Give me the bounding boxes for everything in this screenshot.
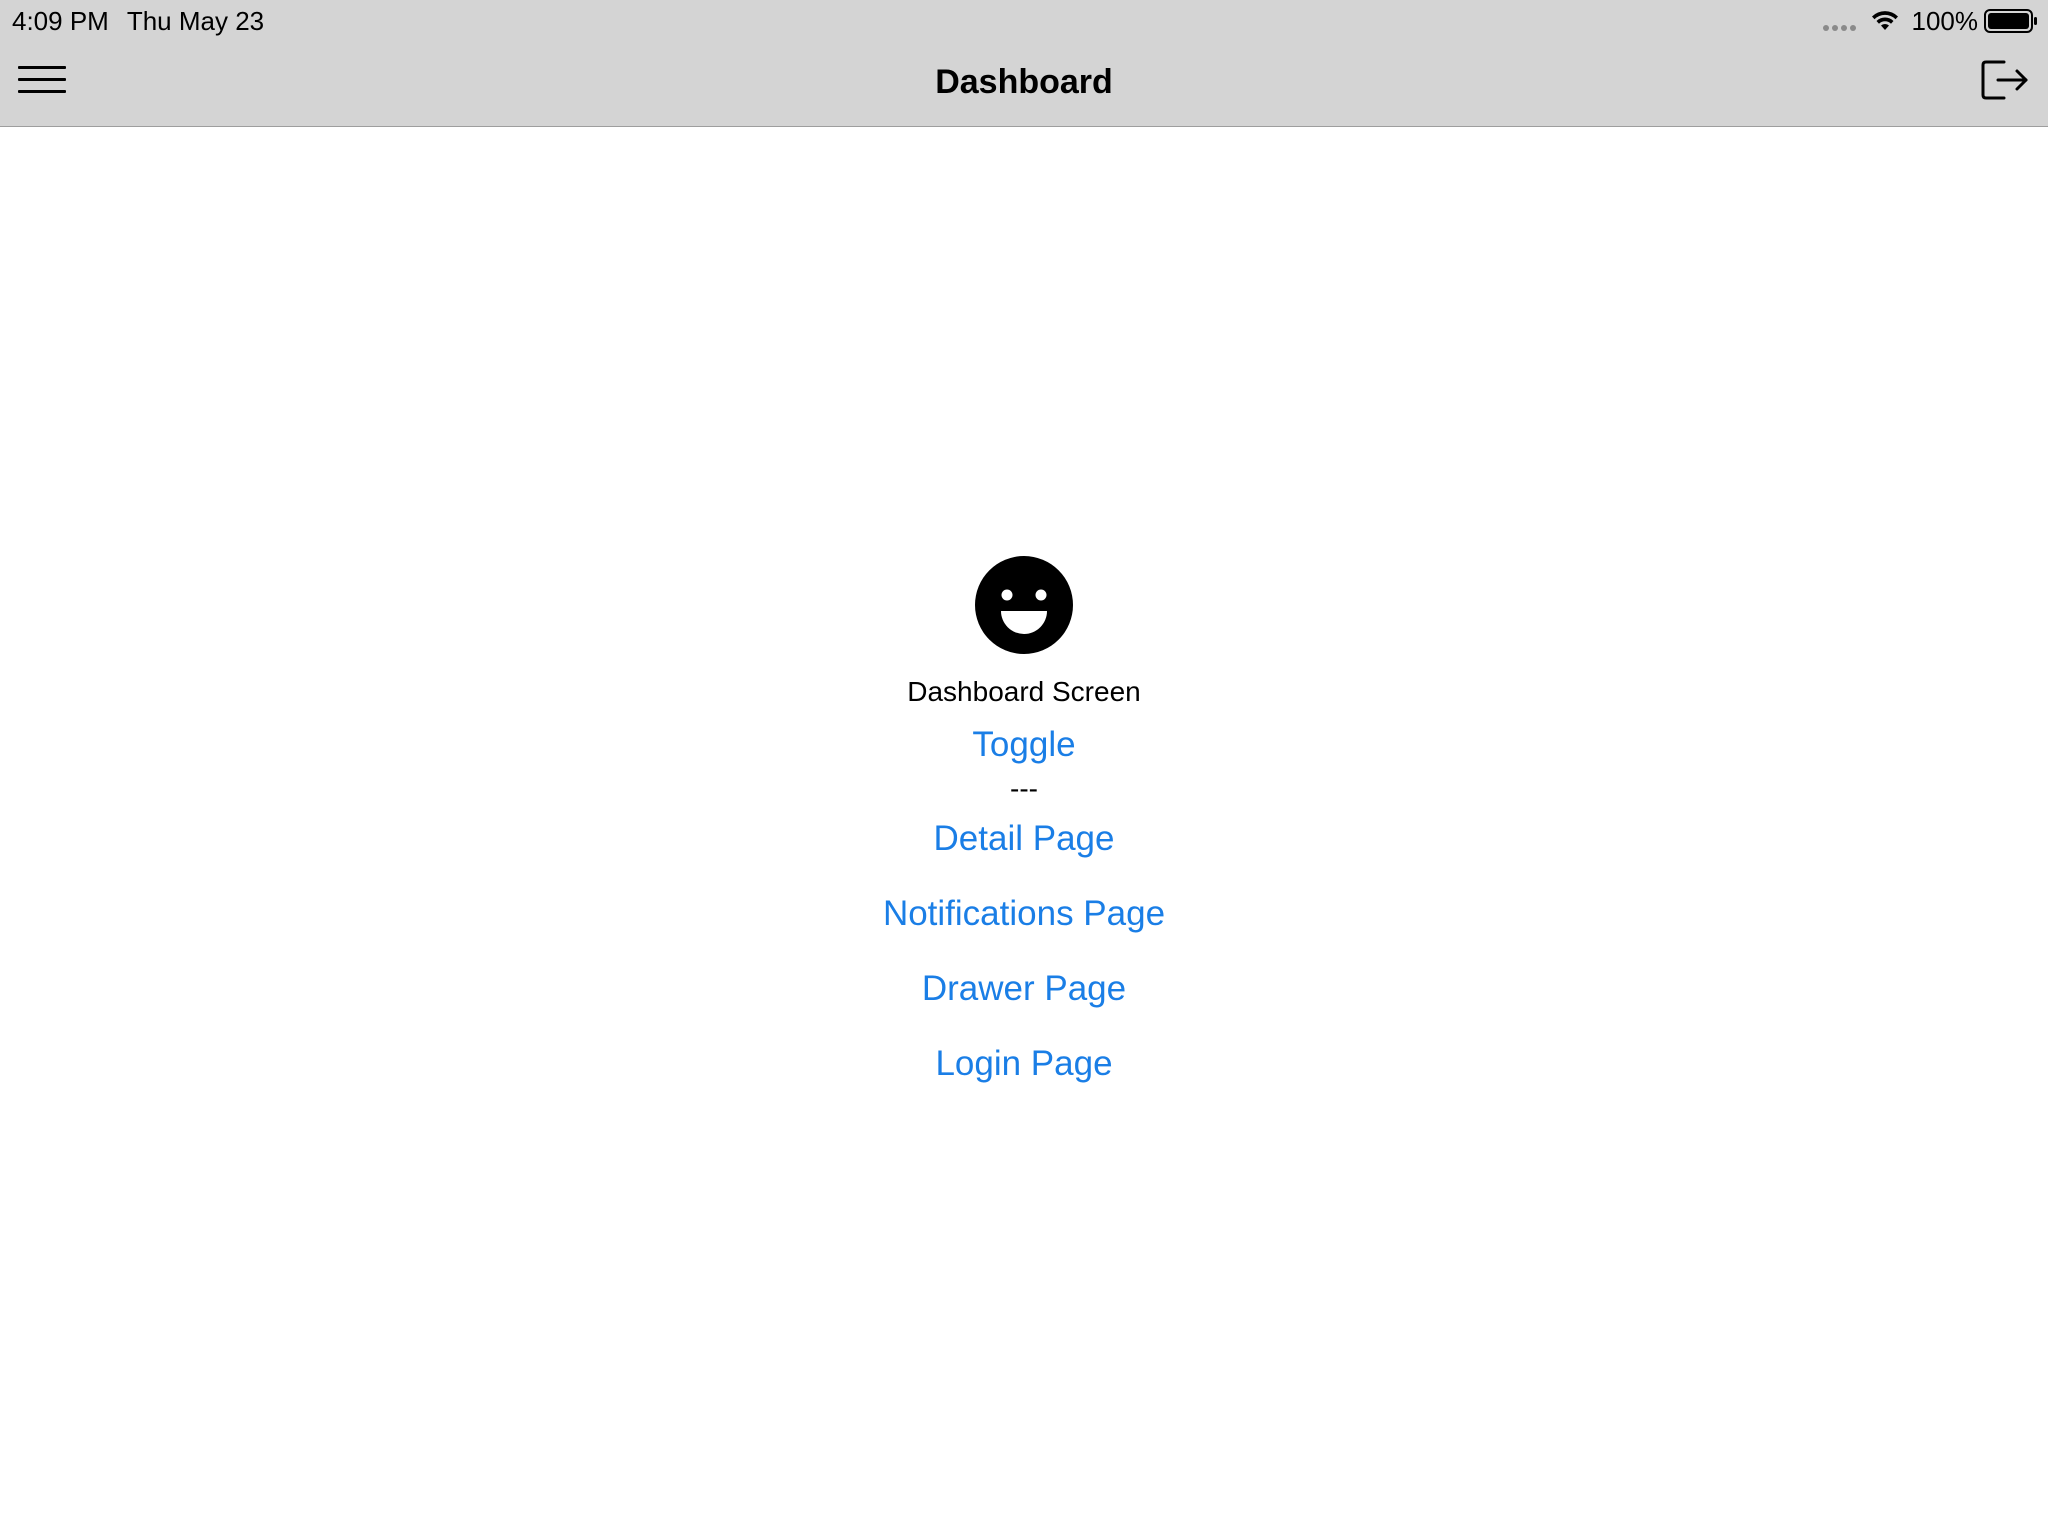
login-page-link[interactable]: Login Page bbox=[935, 1042, 1112, 1086]
top-bar: 4:09 PM Thu May 23 100% Dashboard bbox=[0, 0, 2048, 127]
logout-icon[interactable] bbox=[1980, 58, 2030, 102]
page-title: Dashboard bbox=[935, 63, 1113, 101]
screen-label: Dashboard Screen bbox=[907, 676, 1141, 707]
wifi-icon bbox=[1871, 11, 1898, 30]
battery-icon bbox=[1984, 9, 2037, 33]
notifications-page-link[interactable]: Notifications Page bbox=[883, 892, 1165, 936]
detail-page-link[interactable]: Detail Page bbox=[934, 817, 1115, 861]
main-content: Dashboard Screen Toggle --- Detail Page … bbox=[0, 555, 2048, 1117]
drawer-page-link[interactable]: Drawer Page bbox=[922, 967, 1126, 1011]
page-links: Detail Page Notifications Page Drawer Pa… bbox=[883, 817, 1165, 1117]
signal-dots-icon bbox=[1822, 11, 1856, 31]
status-time: 4:09 PM bbox=[12, 6, 109, 36]
smiley-face-icon bbox=[975, 556, 1073, 654]
battery-percent: 100% bbox=[1911, 5, 1979, 36]
status-bar-left: 4:09 PM Thu May 23 bbox=[12, 4, 264, 38]
separator: --- bbox=[1010, 773, 1038, 804]
status-bar-right: 100% bbox=[1822, 4, 2039, 38]
toggle-link[interactable]: Toggle bbox=[972, 723, 1075, 767]
status-date: Thu May 23 bbox=[126, 6, 265, 36]
